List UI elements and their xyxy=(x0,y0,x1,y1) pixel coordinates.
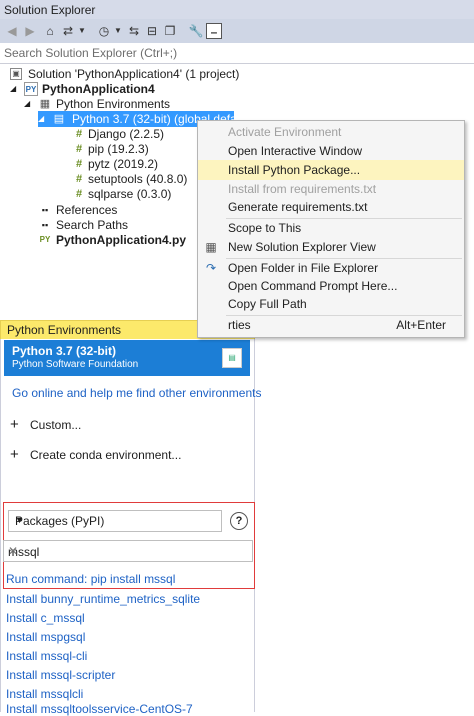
chevron-down-icon[interactable]: ▼ xyxy=(74,23,90,39)
menu-item-install-from-requirements[interactable]: Install from requirements.txt xyxy=(198,179,464,199)
install-result-link[interactable]: Install mssqlcli xyxy=(6,687,83,701)
context-menu: Activate Environment Open Interactive Wi… xyxy=(197,120,465,338)
menu-item-open-folder[interactable]: ↷ Open Folder in File Explorer xyxy=(198,258,464,278)
search-paths-label: Search Paths xyxy=(56,218,129,232)
project-label: PythonApplication4 xyxy=(42,82,155,96)
selected-environment-card[interactable]: Python 3.7 (32-bit) Python Software Foun… xyxy=(4,340,250,376)
solution-label: Solution 'PythonApplication4' (1 project… xyxy=(28,67,240,81)
install-result-link[interactable]: Install mssqltoolsservice-CentOS-7 xyxy=(6,702,193,716)
install-result-link[interactable]: Install mspgsql xyxy=(6,630,85,644)
preview-icon[interactable]: – xyxy=(206,23,222,39)
solution-explorer-search[interactable]: Search Solution Explorer (Ctrl+;) xyxy=(0,43,474,64)
package-search-field[interactable]: mssql ✕ xyxy=(3,540,253,562)
forward-icon[interactable]: ▶ xyxy=(22,23,38,39)
menu-item-generate-requirements[interactable]: Generate requirements.txt xyxy=(198,197,464,217)
expanded-triangle-icon[interactable]: ◢ xyxy=(10,81,16,97)
package-label: pip (19.2.3) xyxy=(88,142,149,156)
plus-icon: + xyxy=(10,416,19,433)
python-file-icon: PY xyxy=(39,235,51,244)
back-icon[interactable]: ◀ xyxy=(4,23,20,39)
new-view-icon: ▦ xyxy=(205,240,217,254)
search-paths-icon: ▪▪ xyxy=(41,220,49,230)
install-result-link[interactable]: Install bunny_runtime_metrics_sqlite xyxy=(6,592,200,606)
solution-explorer-title: Solution Explorer xyxy=(4,3,96,17)
collapse-all-icon[interactable]: ⊟ xyxy=(144,23,160,39)
home-icon[interactable]: ⌂ xyxy=(42,23,58,39)
package-label: sqlparse (0.3.0) xyxy=(88,187,172,201)
expanded-triangle-icon[interactable]: ◢ xyxy=(38,111,44,127)
package-icon: # xyxy=(75,188,83,200)
menu-item-open-command-prompt[interactable]: Open Command Prompt Here... xyxy=(198,276,464,296)
references-icon: ▪▪ xyxy=(41,205,49,215)
menu-item-new-solution-explorer-view[interactable]: ▦ New Solution Explorer View xyxy=(198,237,464,257)
create-conda-environment-button[interactable]: Create conda environment... xyxy=(30,448,181,462)
python-file-label: PythonApplication4.py xyxy=(56,233,187,247)
python-environments-label: Python Environments xyxy=(56,97,171,111)
install-result-link[interactable]: Install mssql-scripter xyxy=(6,668,115,682)
environment-publisher: Python Software Foundation xyxy=(12,359,139,370)
environments-folder-icon: ▦ xyxy=(39,98,51,110)
clear-search-icon[interactable]: ✕ xyxy=(8,544,244,558)
find-other-environments-link[interactable]: Go online and help me find other environ… xyxy=(12,386,262,400)
search-input[interactable]: Search Solution Explorer (Ctrl+;) xyxy=(4,46,177,60)
package-icon: # xyxy=(75,158,83,170)
menu-item-scope-to-this[interactable]: Scope to This xyxy=(198,218,464,238)
refresh-icon[interactable]: ⇆ xyxy=(126,23,142,39)
menu-item-install-python-package[interactable]: Install Python Package... xyxy=(198,160,464,180)
package-icon: # xyxy=(75,143,83,155)
environment-window-icon: ▤ xyxy=(222,348,242,368)
references-label: References xyxy=(56,203,118,217)
package-icon: # xyxy=(75,173,83,185)
python-project-icon: PY xyxy=(24,82,38,96)
open-folder-icon: ↷ xyxy=(205,261,217,275)
solution-icon: ▣ xyxy=(10,68,22,80)
package-label: pytz (2019.2) xyxy=(88,157,159,171)
package-label: Django (2.2.5) xyxy=(88,127,165,141)
solution-explorer-title-bar: Solution Explorer xyxy=(0,0,474,19)
package-icon: # xyxy=(75,128,83,140)
help-icon[interactable]: ? xyxy=(230,512,248,530)
install-result-link[interactable]: Install mssql-cli xyxy=(6,649,87,663)
menu-item-copy-full-path[interactable]: Copy Full Path xyxy=(198,294,464,314)
chevron-down-icon[interactable]: ▼ xyxy=(110,23,126,39)
custom-environment-button[interactable]: Custom... xyxy=(30,418,81,432)
package-label: setuptools (40.8.0) xyxy=(88,172,188,186)
environment-name: Python 3.7 (32-bit) xyxy=(12,344,117,358)
install-result-link[interactable]: Install c_mssql xyxy=(6,611,85,625)
chevron-down-icon: ▼ xyxy=(15,515,24,525)
menu-item-open-interactive-window[interactable]: Open Interactive Window xyxy=(198,141,464,161)
run-command-link[interactable]: Run command: pip install mssql xyxy=(6,572,175,586)
wrench-icon[interactable]: 🔧 xyxy=(188,23,204,39)
menu-item-properties[interactable]: rties Alt+Enter xyxy=(198,315,464,335)
environment-icon: ▤ xyxy=(53,113,65,125)
menu-item-activate-environment[interactable]: Activate Environment xyxy=(198,122,464,142)
solution-explorer-toolbar: ◀ ▶ ⌂ ⇄ ▼ ◷ ▼ ⇆ ⊟ ❐ 🔧 – xyxy=(0,19,474,44)
packages-dropdown[interactable]: Packages (PyPI) ▼ xyxy=(8,510,222,532)
plus-icon: + xyxy=(10,446,19,463)
python-environments-title: Python Environments xyxy=(7,323,122,337)
expanded-triangle-icon[interactable]: ◢ xyxy=(24,96,30,112)
show-all-files-icon[interactable]: ❐ xyxy=(162,23,178,39)
